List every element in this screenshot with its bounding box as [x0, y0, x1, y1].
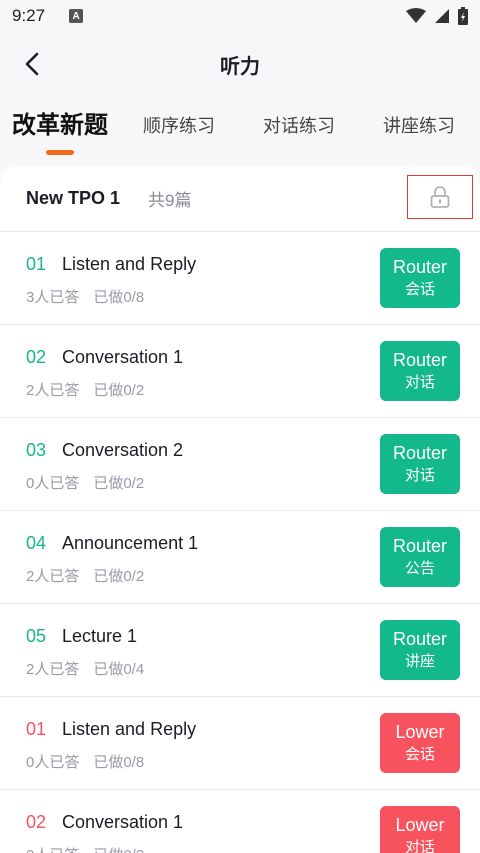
- badge-top-label: Router: [392, 257, 448, 277]
- list-item[interactable]: 01 Listen and Reply 3人已答 已做0/8 Router 会话: [0, 232, 480, 325]
- tab-reform-new[interactable]: 改革新题: [12, 105, 108, 140]
- item-meta: 3人已答 已做0/8: [26, 286, 144, 307]
- tab-conversation[interactable]: 对话练习: [263, 112, 335, 138]
- item-progress: 已做0/8: [93, 289, 145, 306]
- item-progress: 已做0/2: [93, 847, 144, 853]
- item-answered: 0人已答: [26, 475, 80, 492]
- item-meta: 2人已答 已做0/2: [26, 565, 144, 586]
- item-type-badge[interactable]: Router 会话: [380, 248, 460, 308]
- item-meta: 0人已答已做0/2: [26, 472, 144, 493]
- badge-top-label: Router: [392, 350, 448, 370]
- item-type-badge[interactable]: Router 对话: [380, 434, 460, 494]
- item-meta: 2人已答 已做0/2: [26, 379, 144, 400]
- badge-top-label: Lower: [395, 815, 445, 835]
- tab-sequential[interactable]: 顺序练习: [143, 112, 215, 138]
- signal-icon: [435, 9, 449, 23]
- item-type-badge[interactable]: Lower 对话: [380, 806, 460, 853]
- badge-bottom-label: 会话: [404, 746, 435, 763]
- item-number: 02: [26, 812, 47, 832]
- status-icons: [406, 7, 468, 25]
- item-title: Lecture 1: [62, 626, 138, 646]
- item-progress: 已做0/2: [93, 568, 145, 585]
- badge-top-label: Lower: [395, 722, 445, 742]
- page-header: 听力: [0, 40, 480, 88]
- item-title: Conversation 2: [62, 440, 184, 460]
- item-number: 03: [26, 440, 47, 460]
- lock-icon: [430, 186, 450, 208]
- badge-top-label: Router: [392, 536, 448, 556]
- badge-bottom-label: 对话: [404, 374, 435, 391]
- item-title: Conversation 1: [62, 812, 184, 832]
- chevron-left-icon: [25, 52, 39, 76]
- item-answered: 2人已答: [26, 568, 80, 585]
- item-meta: 0人已答 已做0/8: [26, 751, 144, 772]
- item-title: Listen and Reply: [62, 254, 197, 274]
- item-progress: 已做0/2: [93, 382, 145, 399]
- notification-icon: A: [69, 9, 84, 23]
- content-panel: New TPO 1 共9篇 01 Listen and Reply 3人已答 已做0/…: [0, 166, 480, 853]
- status-bar: 9:27 A: [0, 0, 480, 32]
- item-type-badge[interactable]: Lower 会话: [380, 713, 460, 773]
- badge-bottom-label: 对话: [404, 839, 435, 853]
- item-answered: 2人已答: [26, 661, 80, 678]
- battery-icon: [458, 7, 468, 25]
- list-item[interactable]: 04 Announcement 1 2人已答 已做0/2 Router 公告: [0, 511, 480, 604]
- item-number: 05: [26, 626, 47, 646]
- badge-bottom-label: 公告: [404, 560, 435, 577]
- wifi-icon: [406, 8, 426, 23]
- item-progress: 已做0/4: [93, 661, 145, 678]
- badge-top-label: Router: [392, 443, 448, 463]
- item-type-badge[interactable]: Router 公告: [380, 527, 460, 587]
- tab-lecture[interactable]: 讲座练习: [383, 112, 455, 138]
- list-item[interactable]: 01 Listen and Reply 0人已答 已做0/8 Lower 会话: [0, 697, 480, 790]
- item-answered: 0人已答: [26, 847, 79, 853]
- list-item[interactable]: 02 Conversation 1 0人已答 已做0/2 Lower 对话: [0, 790, 480, 853]
- back-button[interactable]: [16, 48, 48, 80]
- item-answered: 0人已答: [26, 754, 80, 771]
- item-type-badge[interactable]: Router 对话: [380, 341, 460, 401]
- item-meta: 0人已答 已做0/2: [26, 844, 144, 853]
- set-header: New TPO 1 共9篇: [0, 166, 480, 232]
- item-progress: 已做0/2: [93, 475, 145, 492]
- item-title: Conversation 1: [62, 347, 184, 367]
- item-number: 02: [26, 347, 47, 367]
- item-number: 04: [26, 533, 47, 553]
- question-list: 01 Listen and Reply 3人已答 已做0/8 Router 会话 02 Con…: [0, 232, 480, 853]
- item-answered: 2人已答: [26, 382, 80, 399]
- page-title: 听力: [220, 55, 260, 78]
- item-progress: 已做0/8: [93, 754, 145, 771]
- badge-top-label: Router: [392, 629, 448, 649]
- badge-bottom-label: 会话: [404, 281, 435, 298]
- active-tab-indicator: [46, 150, 74, 155]
- lock-button[interactable]: [407, 175, 473, 219]
- item-number: 01: [26, 719, 47, 739]
- list-item[interactable]: 05 Lecture 1 2人已答 已做0/4 Router 讲座: [0, 604, 480, 697]
- item-number: 01: [26, 254, 47, 274]
- set-title: New TPO 1: [26, 188, 121, 208]
- item-title: Announcement 1: [62, 533, 199, 553]
- list-item[interactable]: 03 Conversation 2 0人已答 已做0/2 Router 对话: [0, 418, 480, 511]
- item-meta: 2人已答 已做0/4: [26, 658, 144, 679]
- item-answered: 3人已答: [26, 289, 80, 306]
- badge-bottom-label: 讲座: [404, 653, 435, 670]
- list-item[interactable]: 02 Conversation 1 2人已答 已做0/2 Router 对话: [0, 325, 480, 418]
- status-time: 9:27: [12, 6, 46, 25]
- badge-bottom-label: 对话: [404, 467, 435, 484]
- item-type-badge[interactable]: Router 讲座: [380, 620, 460, 680]
- item-title: Listen and Reply: [62, 719, 197, 739]
- set-count: 共9篇: [148, 191, 192, 210]
